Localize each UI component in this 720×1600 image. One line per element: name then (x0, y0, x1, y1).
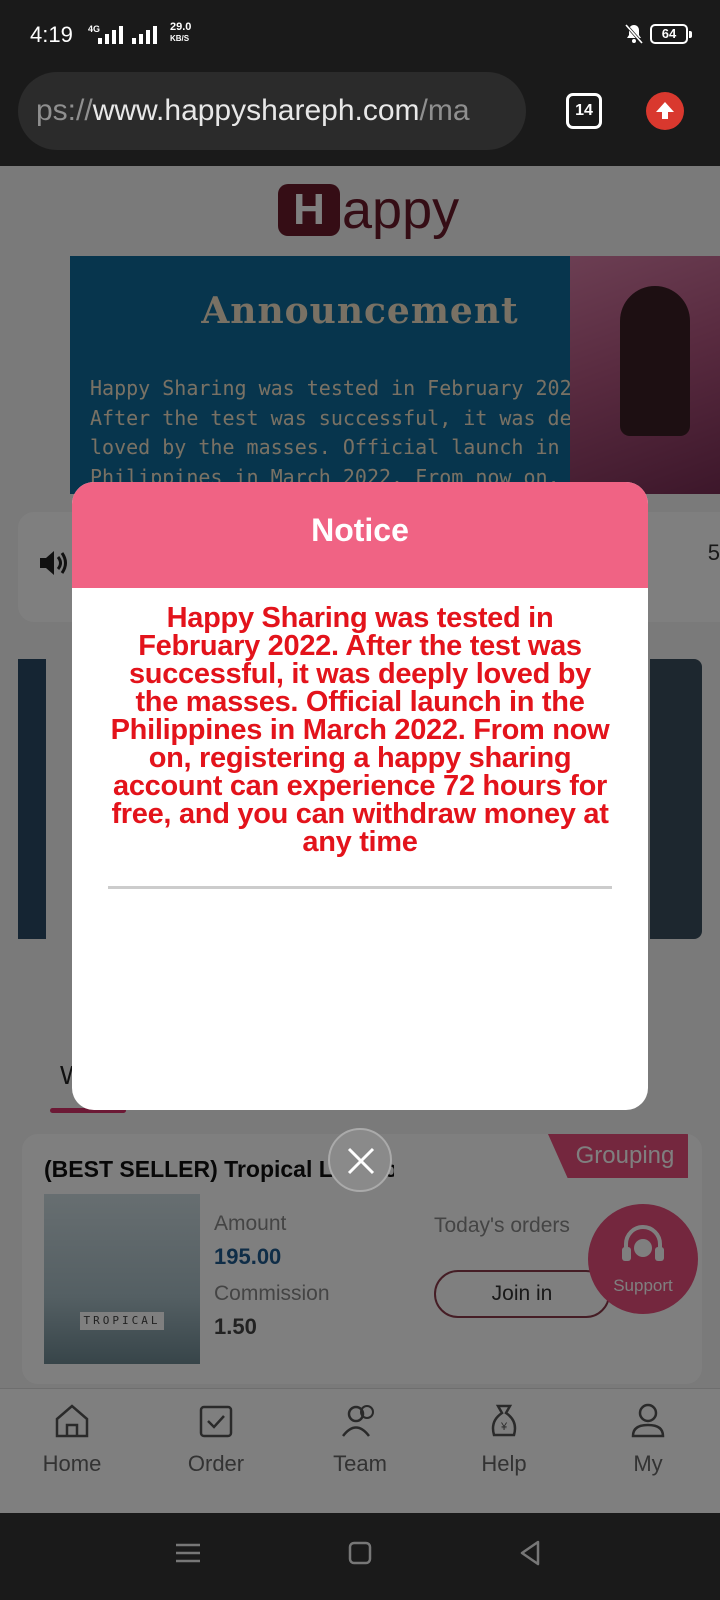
arrow-up-icon (656, 102, 674, 119)
tab-switcher-button[interactable]: 14 (566, 93, 602, 129)
signal-icon (98, 24, 123, 44)
browser-toolbar: ps://www.happyshareph.com/ma 14 (0, 70, 720, 166)
notice-dialog: Notice Happy Sharing was tested in Febru… (72, 482, 648, 1110)
battery-indicator: 64 (650, 24, 692, 44)
speed-value: 29.0 (170, 21, 192, 33)
url-host: www.happyshareph.com (92, 94, 420, 127)
url-path: /ma (419, 94, 470, 127)
system-navigation-bar (0, 1513, 720, 1600)
dialog-message: Happy Sharing was tested in February 202… (110, 602, 610, 858)
address-bar[interactable]: ps://www.happyshareph.com/ma (18, 72, 526, 150)
dialog-divider (108, 886, 612, 889)
signal-icon-2 (132, 24, 157, 44)
dialog-title: Notice (72, 482, 648, 588)
back-icon[interactable] (516, 1539, 544, 1567)
home-square-icon[interactable] (346, 1539, 374, 1567)
url-prefix: ps:// (36, 94, 93, 127)
status-time: 4:19 (30, 22, 73, 47)
network-speed: 29.0 KB/S (170, 22, 191, 44)
close-dialog-button[interactable] (328, 1128, 392, 1192)
status-bar: 4:19 4G 29.0 KB/S 64 (0, 0, 720, 70)
menu-icon[interactable] (174, 1539, 202, 1567)
update-button[interactable] (646, 92, 684, 130)
close-icon (347, 1147, 375, 1175)
speed-unit: KB/S (170, 34, 190, 43)
mute-bell-icon (624, 24, 644, 44)
